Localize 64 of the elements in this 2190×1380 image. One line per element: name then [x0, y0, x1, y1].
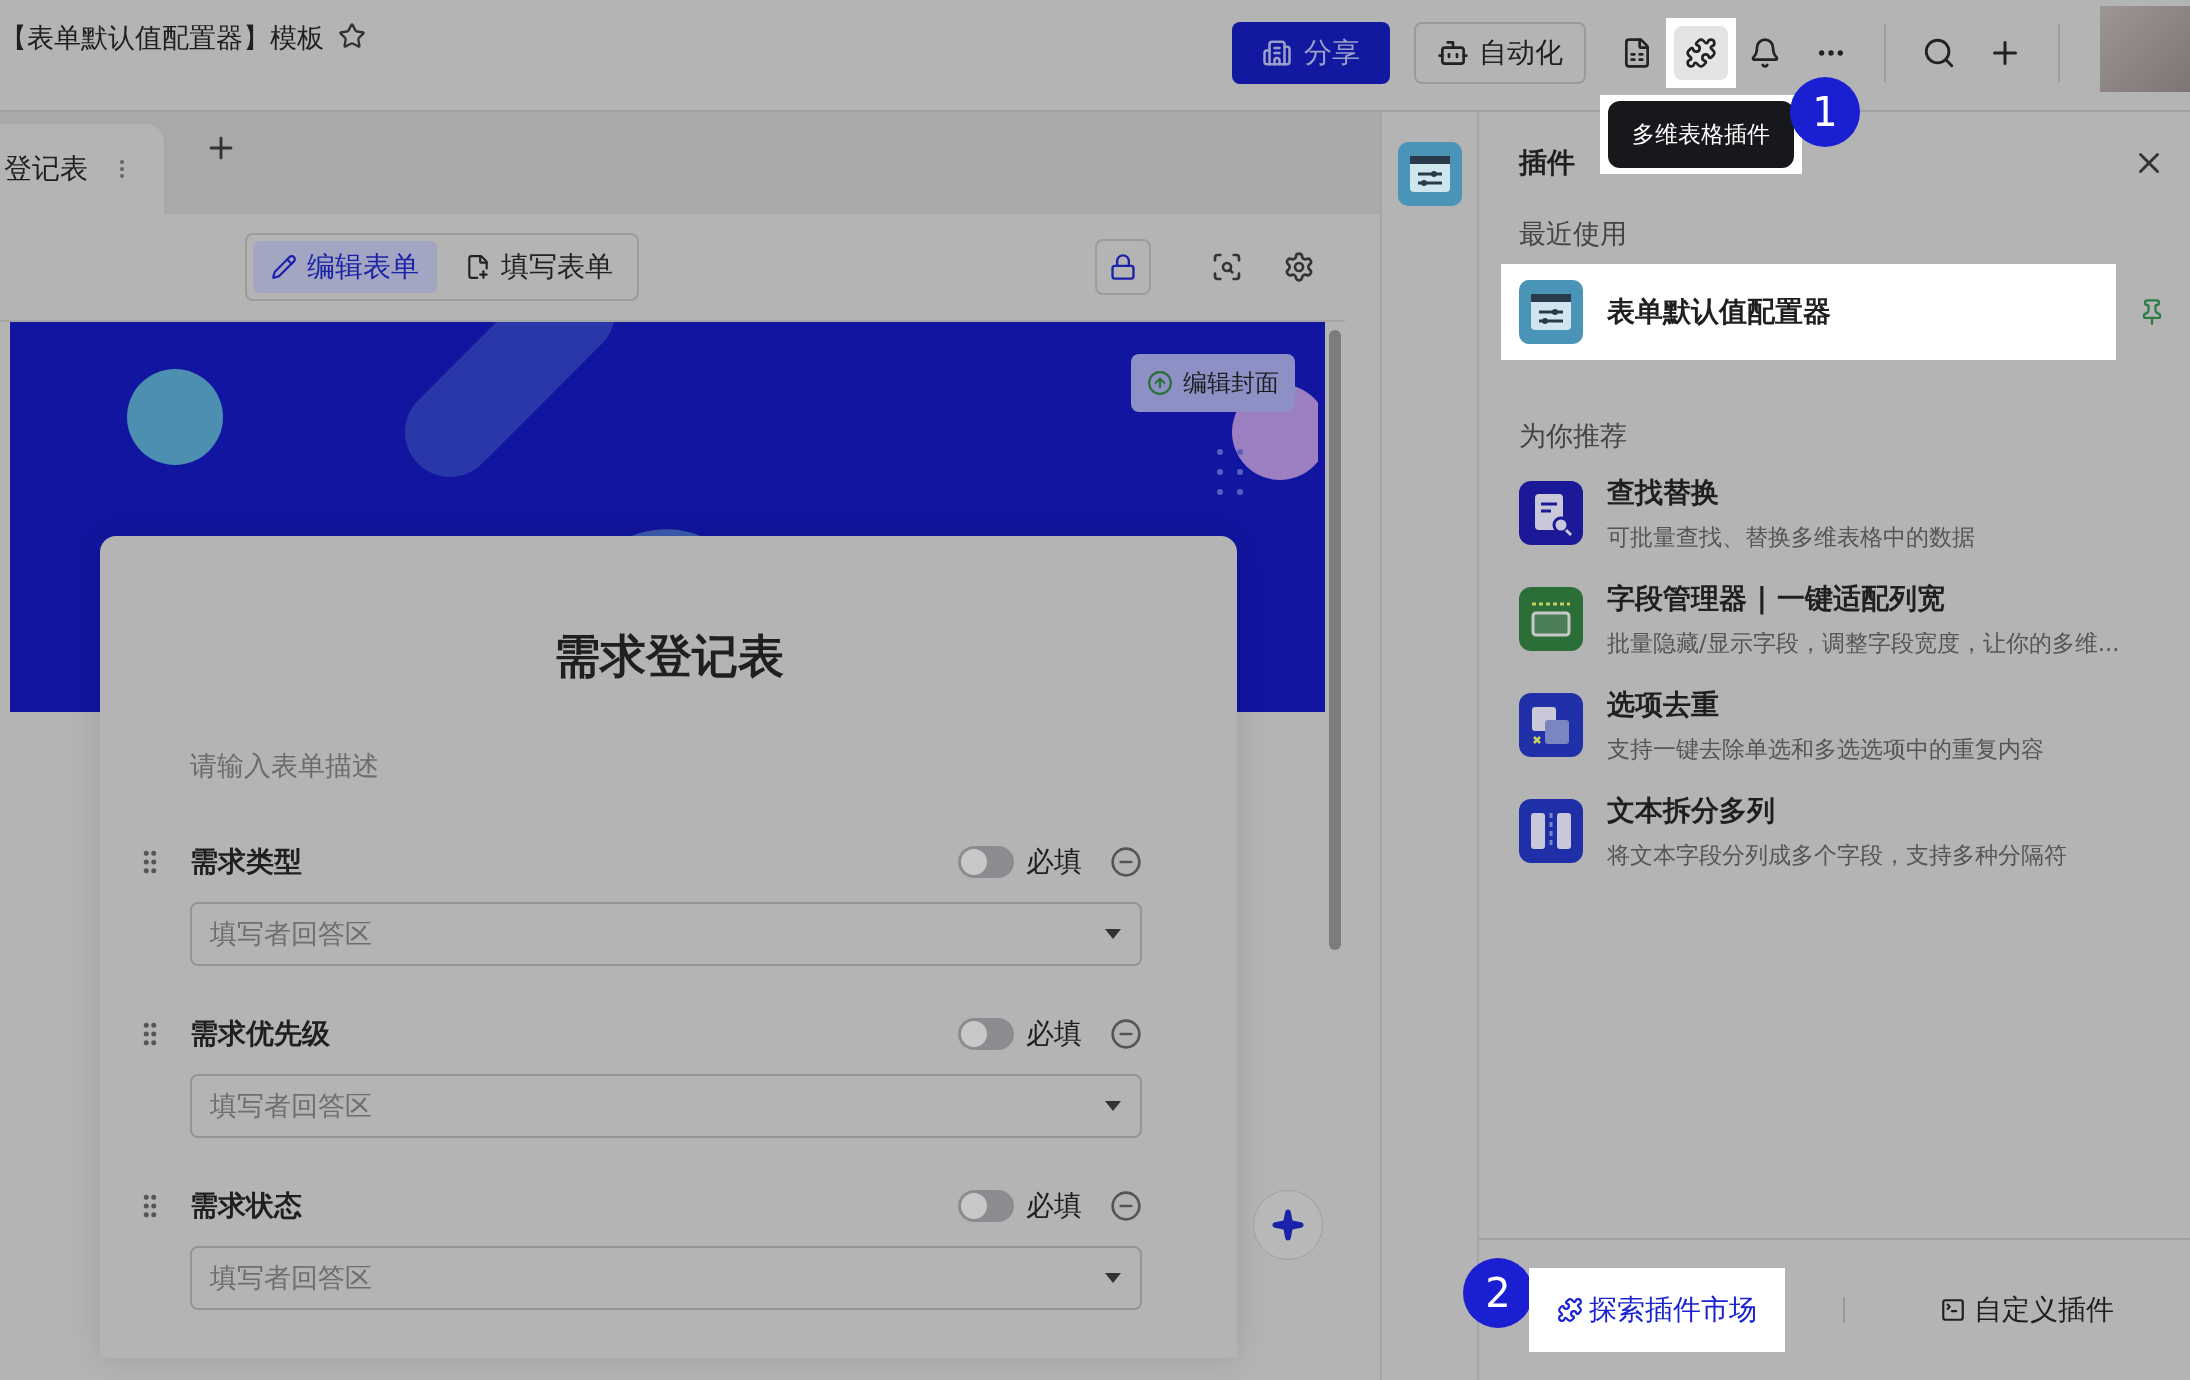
star-icon[interactable] [338, 22, 366, 50]
caret-icon [1104, 928, 1122, 940]
remove-icon[interactable] [1110, 1190, 1142, 1222]
plugin-item[interactable]: 选项去重 支持一键去除单选和多选选项中的重复内容 [1479, 672, 2190, 778]
file-plus-icon [465, 254, 491, 280]
sliders-app-icon [1519, 280, 1583, 344]
tooltip: 多维表格插件 [1608, 101, 1794, 168]
remove-icon[interactable] [1110, 846, 1142, 878]
remove-icon[interactable] [1110, 1018, 1142, 1050]
split-columns-app-icon [1519, 799, 1583, 863]
sparkle-icon [1271, 1208, 1305, 1242]
field-label: 需求优先级 [190, 1016, 331, 1052]
upload-icon [1147, 370, 1173, 396]
automation-button[interactable]: 自动化 [1414, 22, 1586, 84]
plugin-name: 字段管理器 | 一键适配列宽 [1607, 580, 1946, 617]
mode-tab[interactable]: 编辑表单 [253, 241, 437, 293]
mode-tab[interactable]: 填写表单 [447, 241, 631, 293]
edit-cover-button[interactable]: 编辑封面 [1131, 354, 1295, 412]
puzzle-icon [1557, 1297, 1583, 1323]
document-title: 【表单默认值配置器】模板 [0, 21, 324, 55]
lock-icon[interactable] [1095, 239, 1151, 295]
plugin-description: 可批量查找、替换多维表格中的数据 [1607, 522, 1975, 552]
column-width-app-icon [1519, 587, 1583, 651]
sheet-tab[interactable]: 登记表 [0, 124, 164, 214]
settings-icon[interactable] [1283, 251, 1315, 283]
required-toggle[interactable] [958, 846, 1014, 878]
pencil-icon [271, 254, 297, 280]
share-button[interactable]: 分享 [1232, 22, 1390, 84]
plugin-description: 支持一键去除单选和多选选项中的重复内容 [1607, 734, 2044, 764]
terminal-icon [1940, 1297, 1966, 1323]
plugin-name: 表单默认值配置器 [1607, 294, 1831, 330]
required-label: 必填 [1026, 844, 1082, 880]
plugin-item[interactable]: 文本拆分多列 将文本字段分列成多个字段，支持多种分隔符 [1479, 778, 2190, 884]
required-toggle[interactable] [958, 1190, 1014, 1222]
caret-icon [1104, 1272, 1122, 1284]
scan-search-icon[interactable] [1211, 251, 1243, 283]
sliders-app-icon [1397, 142, 1462, 206]
step-badge: 1 [1790, 77, 1860, 147]
plugin-item[interactable]: 查找替换 可批量查找、替换多维表格中的数据 [1479, 460, 2190, 566]
form-title: 需求登记表 [552, 628, 785, 685]
explore-market-button[interactable]: 探索插件市场 [1529, 1268, 1785, 1352]
required-toggle[interactable] [958, 1018, 1014, 1050]
plugin-description: 将文本字段分列成多个字段，支持多种分隔符 [1607, 840, 2067, 870]
plugin-description: 批量隐藏/显示字段，调整字段宽度，让你的多维... [1607, 628, 2120, 658]
field-label: 需求状态 [190, 1188, 303, 1224]
plugin-name: 查找替换 [1607, 474, 1720, 511]
tab-label: 登记表 [4, 151, 88, 187]
building-icon [1262, 38, 1292, 68]
required-label: 必填 [1026, 1016, 1082, 1052]
panel-title: 插件 [1519, 145, 1576, 181]
puzzle-icon[interactable] [1674, 26, 1728, 80]
scrollbar-thumb[interactable] [1329, 330, 1341, 950]
section-heading: 最近使用 [1519, 217, 1628, 251]
custom-plugin-button[interactable]: 自定义插件 [1940, 1291, 2114, 1329]
field-label: 需求类型 [190, 844, 303, 880]
plugin-name: 文本拆分多列 [1607, 792, 1776, 829]
caret-icon [1104, 1100, 1122, 1112]
plugin-name: 选项去重 [1607, 686, 1720, 723]
overlapping-squares-app-icon [1519, 693, 1583, 757]
section-heading: 为你推荐 [1519, 419, 1628, 453]
required-label: 必填 [1026, 1188, 1082, 1224]
document-search-app-icon [1519, 481, 1583, 545]
plugin-item[interactable]: 字段管理器 | 一键适配列宽 批量隐藏/显示字段，调整字段宽度，让你的多维... [1479, 566, 2190, 672]
plugin-item[interactable]: 表单默认值配置器 [1501, 264, 2116, 360]
